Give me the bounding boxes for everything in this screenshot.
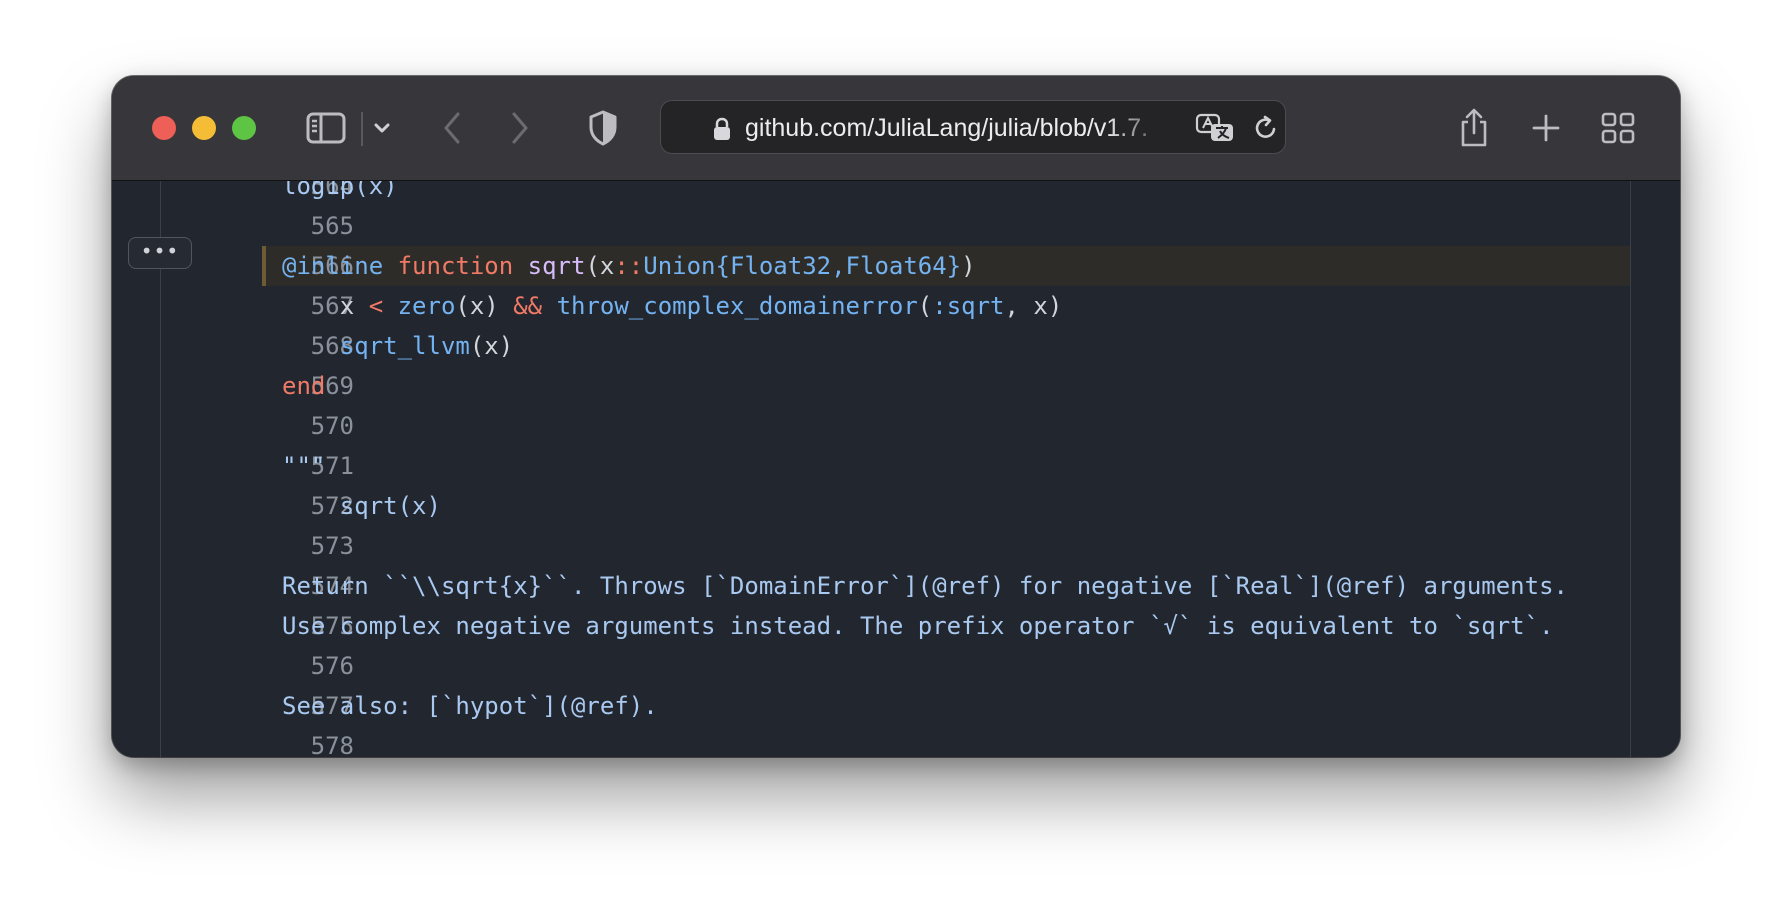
line-number[interactable]: 570 bbox=[172, 406, 354, 446]
line-number[interactable]: 576 bbox=[172, 646, 354, 686]
code-line: 575 Use complex negative arguments instea… bbox=[112, 606, 1680, 646]
share-button[interactable] bbox=[1452, 106, 1496, 150]
code-token: """ bbox=[282, 452, 326, 480]
code-line: 566 @inline function sqrt(x::Union{Float3… bbox=[112, 246, 1680, 286]
url-text: github.com/JuliaLang/julia/blob/v1.7. bbox=[745, 114, 1149, 142]
code-token: end bbox=[282, 372, 326, 400]
code-token: ) bbox=[961, 252, 976, 280]
maximize-window-button[interactable] bbox=[232, 116, 256, 140]
code-token: zero bbox=[397, 292, 456, 320]
code-line: 574 Return ``\\sqrt{x}``. Throws [`Domain… bbox=[112, 566, 1680, 606]
code-line: 572 sqrt(x) bbox=[112, 486, 1680, 526]
code-text: @inline function sqrt(x::Union{Float32,F… bbox=[282, 246, 976, 286]
code-token: throw_complex_domainerror bbox=[556, 292, 918, 320]
line-number[interactable]: 565 bbox=[172, 206, 354, 246]
code-token: (x) bbox=[455, 292, 514, 320]
share-icon bbox=[1461, 108, 1487, 147]
minimize-window-button[interactable] bbox=[192, 116, 216, 140]
shield-icon bbox=[589, 110, 617, 146]
code-line: 567 x < zero(x) && throw_complex_domaine… bbox=[112, 286, 1680, 326]
new-tab-button[interactable] bbox=[1524, 106, 1568, 150]
code-token: log1p(x) bbox=[282, 181, 398, 200]
code-viewer: 564 log1p(x) 565 566 @inline function sqrt(x… bbox=[112, 181, 1680, 757]
line-number[interactable]: 578 bbox=[172, 726, 354, 757]
code-token: x bbox=[282, 292, 369, 320]
code-line: 564 log1p(x) bbox=[112, 181, 1680, 206]
code-token: See also: [`hypot`](@ref). bbox=[282, 692, 658, 720]
code-token: ( bbox=[917, 292, 933, 320]
line-number[interactable]: 571 bbox=[172, 446, 354, 486]
reload-icon[interactable] bbox=[1253, 115, 1279, 141]
code-token: < bbox=[368, 292, 384, 320]
translate-icon[interactable] bbox=[1195, 113, 1235, 143]
code-token: Union{Float32,Float64} bbox=[643, 252, 962, 280]
code-token: (x bbox=[585, 252, 615, 280]
code-token: :sqrt bbox=[932, 292, 1005, 320]
sidebar-toggle-button[interactable] bbox=[304, 106, 348, 150]
code-token: , x) bbox=[1004, 292, 1063, 320]
line-number[interactable]: 573 bbox=[172, 526, 354, 566]
lock-icon bbox=[714, 117, 730, 140]
code-line: 569 end bbox=[112, 366, 1680, 406]
browser-toolbar: github.com/JuliaLang/julia/blob/v1.7. bbox=[112, 76, 1680, 181]
code-line: 568 sqrt_llvm(x) bbox=[112, 326, 1680, 366]
sidebar-icon bbox=[306, 112, 346, 144]
code-line: 578 bbox=[112, 726, 1680, 757]
sidebar-menu-button[interactable] bbox=[364, 106, 400, 150]
back-button[interactable] bbox=[430, 106, 474, 150]
code-token: @inline bbox=[282, 252, 398, 280]
forward-button[interactable] bbox=[498, 106, 542, 150]
code-token: sqrt(x) bbox=[282, 492, 441, 520]
toolbar-separator bbox=[361, 112, 363, 146]
code-token: Return ``\\sqrt{x}``. Throws [`DomainErr… bbox=[282, 572, 1568, 600]
code-token: (x) bbox=[469, 332, 514, 360]
code-text: log1p(x) bbox=[282, 181, 398, 206]
code-line: 576 bbox=[112, 646, 1680, 686]
code-text: Use complex negative arguments instead. … bbox=[282, 606, 1554, 646]
tabs-grid-icon bbox=[1601, 112, 1635, 144]
tab-overview-button[interactable] bbox=[1596, 106, 1640, 150]
line-actions-button[interactable]: ••• bbox=[128, 237, 192, 269]
forward-icon bbox=[512, 112, 528, 144]
code-token: function bbox=[397, 252, 528, 280]
close-window-button[interactable] bbox=[152, 116, 176, 140]
code-text: sqrt_llvm(x) bbox=[282, 326, 513, 366]
code-text: end bbox=[282, 366, 325, 406]
browser-window: github.com/JuliaLang/julia/blob/v1.7. 56… bbox=[112, 76, 1680, 757]
code-token: sqrt bbox=[527, 252, 586, 280]
code-line: 573 bbox=[112, 526, 1680, 566]
line-number[interactable]: 569 bbox=[172, 366, 354, 406]
plus-icon bbox=[1532, 114, 1560, 142]
code-text: """ bbox=[282, 446, 325, 486]
code-line: 577 See also: [`hypot`](@ref). bbox=[112, 686, 1680, 726]
code-token: :: bbox=[614, 252, 644, 280]
code-token: Use complex negative arguments instead. … bbox=[282, 612, 1554, 640]
code-text: sqrt(x) bbox=[282, 486, 441, 526]
code-text: See also: [`hypot`](@ref). bbox=[282, 686, 658, 726]
chevron-down-icon bbox=[374, 123, 390, 133]
code-text: x < zero(x) && throw_complex_domainerror… bbox=[282, 286, 1063, 326]
code-text: Return ``\\sqrt{x}``. Throws [`DomainErr… bbox=[282, 566, 1568, 606]
code-token: sqrt_llvm bbox=[339, 332, 470, 360]
code-line: 570 bbox=[112, 406, 1680, 446]
code-line: 565 bbox=[112, 206, 1680, 246]
privacy-report-button[interactable] bbox=[578, 106, 628, 150]
address-bar[interactable]: github.com/JuliaLang/julia/blob/v1.7. bbox=[660, 100, 1286, 154]
code-line: 571 """ bbox=[112, 446, 1680, 486]
back-icon bbox=[444, 112, 460, 144]
code-token: && bbox=[513, 292, 543, 320]
